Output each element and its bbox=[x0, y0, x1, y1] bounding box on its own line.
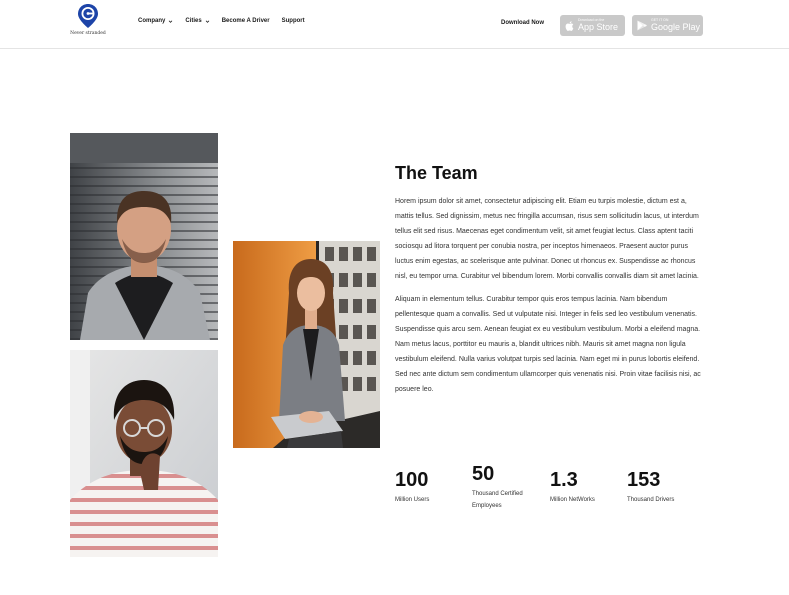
stat-value: 50 bbox=[472, 463, 495, 485]
apple-icon bbox=[565, 20, 574, 31]
team-paragraph-2: Aliquam in elementum tellus. Curabitur t… bbox=[395, 296, 701, 393]
stat-value: 153 bbox=[627, 469, 661, 491]
google-play-big-text: Google Play bbox=[651, 21, 701, 32]
chevron-down-icon bbox=[205, 19, 209, 23]
nav-company[interactable]: Company bbox=[138, 18, 173, 24]
stat-value: 1.3 bbox=[550, 469, 578, 491]
stat-value: 100 bbox=[395, 469, 429, 491]
site-header: Never stranded Company Cities Become A D… bbox=[0, 0, 789, 49]
stat-label: Thousand Certified Employees bbox=[472, 491, 523, 509]
google-play-icon bbox=[637, 20, 647, 31]
nav-cities-label: Cities bbox=[185, 18, 202, 24]
logo[interactable]: Never stranded bbox=[68, 3, 108, 39]
stats-row: 100 Million Users 50 Thousand Certified … bbox=[395, 462, 715, 522]
team-photo-woman bbox=[233, 241, 380, 448]
stat-drivers: 153 Thousand Drivers bbox=[627, 470, 697, 506]
main-nav: Company Cities Become A Driver Support bbox=[138, 18, 305, 24]
download-now-link[interactable]: Download Now bbox=[501, 20, 544, 26]
app-store-big-text: App Store bbox=[578, 21, 619, 32]
stat-label: Million Users bbox=[395, 497, 430, 503]
nav-support[interactable]: Support bbox=[282, 18, 305, 24]
team-photo-man-glasses bbox=[70, 350, 218, 557]
nav-become-a-driver[interactable]: Become A Driver bbox=[222, 18, 270, 24]
stat-label: Million NetWorks bbox=[550, 497, 595, 503]
logo-tagline: Never stranded bbox=[70, 31, 106, 36]
team-photo-man-hoodie bbox=[70, 133, 218, 340]
nav-cities[interactable]: Cities bbox=[185, 18, 209, 24]
location-pin-logo-icon bbox=[78, 4, 98, 28]
stat-users: 100 Million Users bbox=[395, 470, 455, 506]
app-store-button[interactable]: Download on the App Store bbox=[560, 15, 625, 36]
nav-support-label: Support bbox=[281, 18, 305, 24]
stat-label: Thousand Drivers bbox=[627, 497, 675, 503]
nav-become-a-driver-label: Become A Driver bbox=[221, 18, 270, 24]
google-play-button[interactable]: GET IT ON Google Play bbox=[632, 15, 703, 36]
stat-employees: 50 Thousand Certified Employees bbox=[472, 464, 534, 512]
team-section: The Team Horem ipsum dolor sit amet, con… bbox=[395, 163, 705, 405]
team-paragraph-1: Horem ipsum dolor sit amet, consectetur … bbox=[395, 198, 699, 280]
stat-networks: 1.3 Million NetWorks bbox=[550, 470, 620, 506]
nav-company-label: Company bbox=[138, 18, 166, 24]
section-title: The Team bbox=[395, 163, 478, 183]
chevron-down-icon bbox=[169, 19, 173, 23]
